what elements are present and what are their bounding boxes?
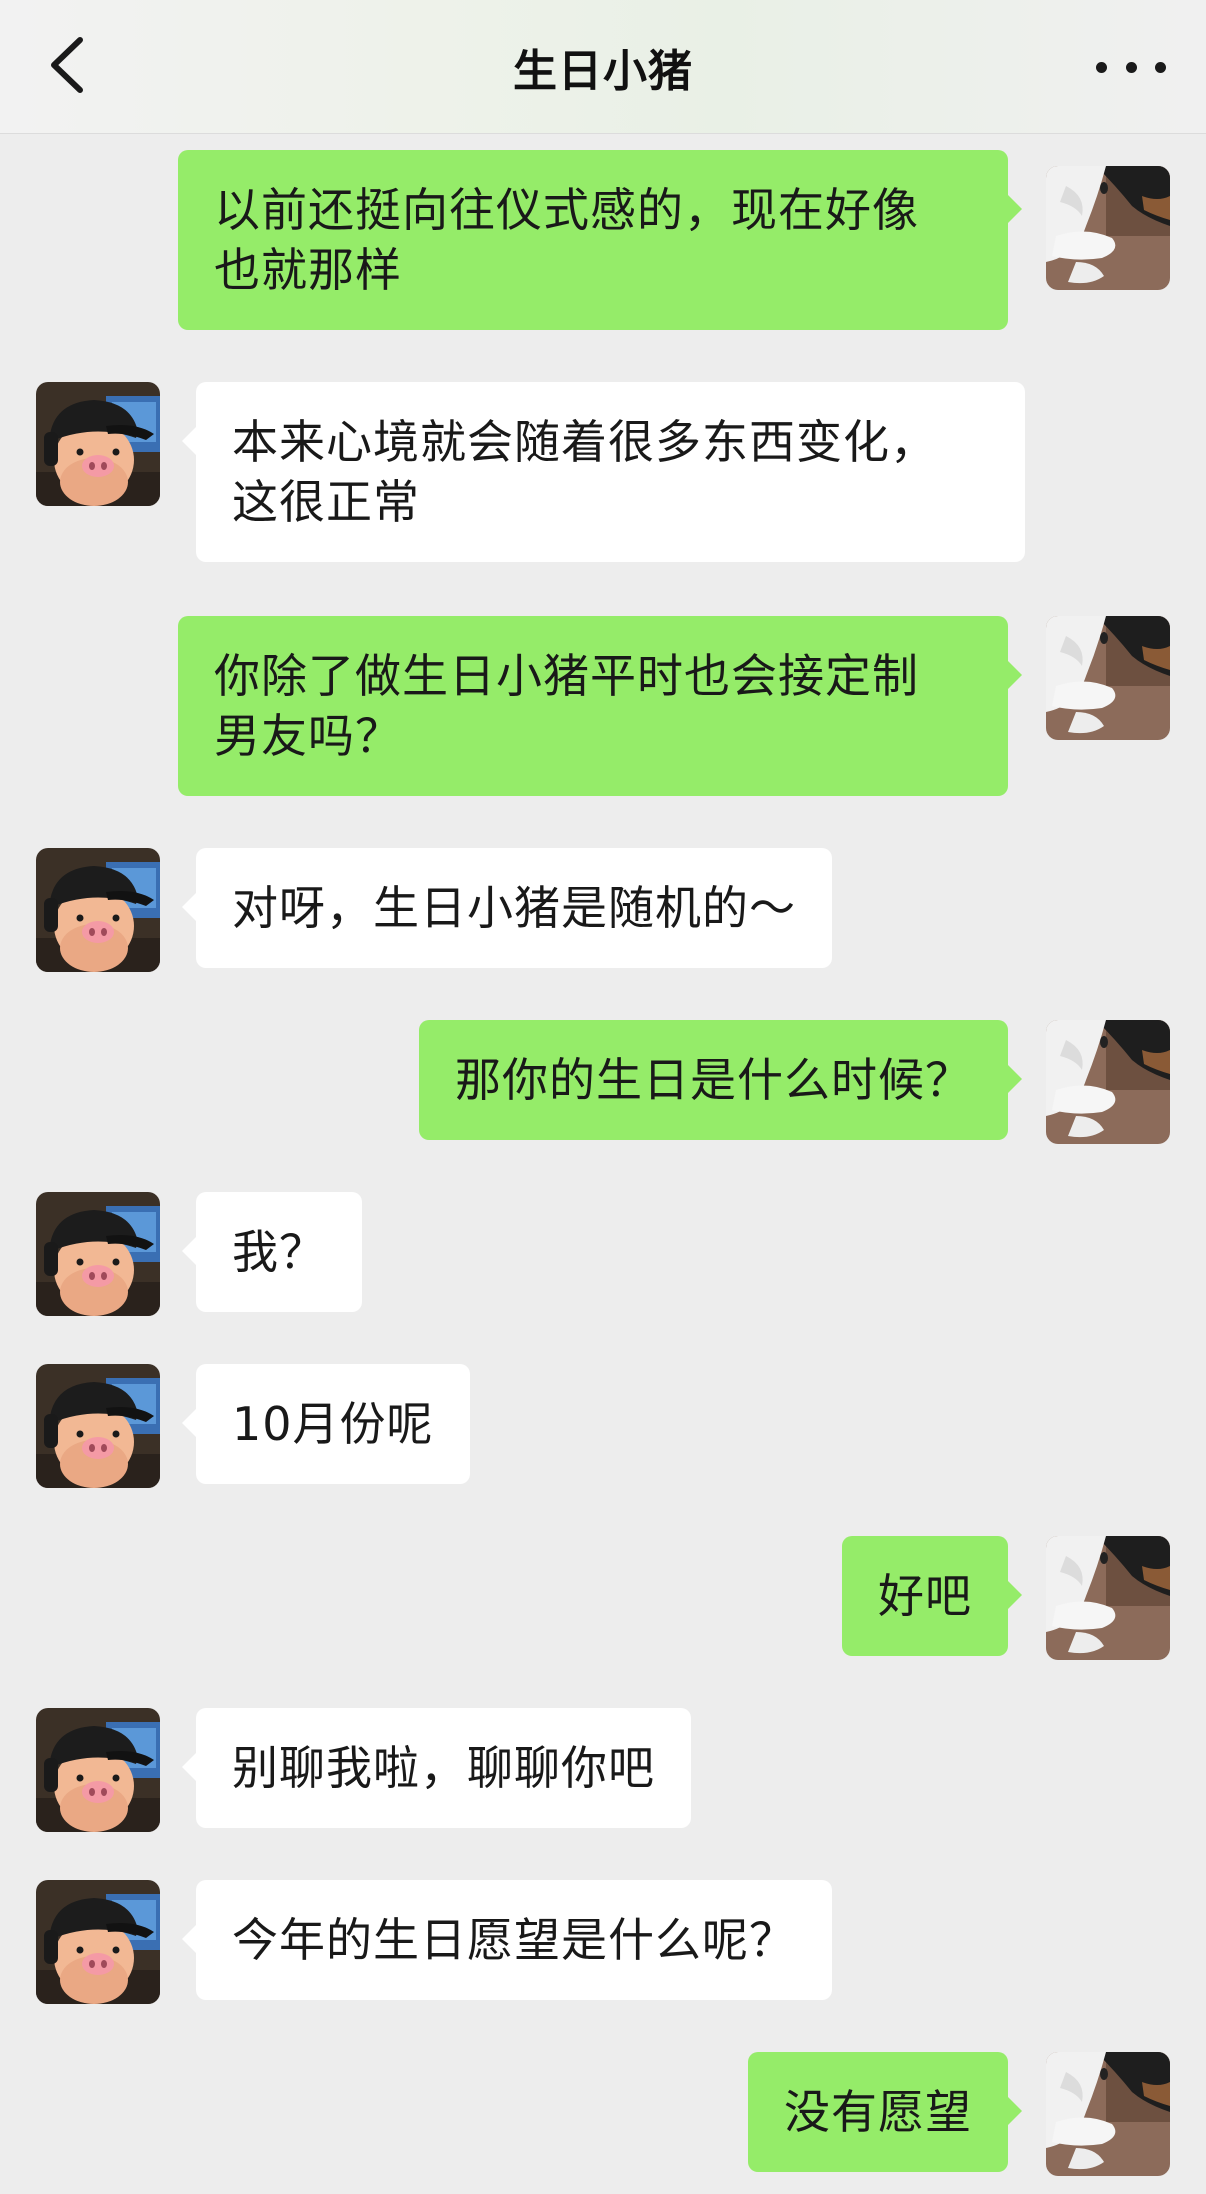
- my-avatar[interactable]: [1046, 2052, 1170, 2176]
- message-bubble-sent[interactable]: 那你的生日是什么时候？: [419, 1020, 1022, 1140]
- message-bubble-received[interactable]: 别聊我啦，聊聊你吧: [182, 1708, 691, 1828]
- message-bubble-sent[interactable]: 以前还挺向往仪式感的，现在好像 也就那样: [178, 150, 1022, 330]
- more-dot: [1155, 61, 1166, 73]
- message-bubble-sent[interactable]: 没有愿望: [748, 2052, 1022, 2172]
- message-bubble-received[interactable]: 本来心境就会随着很多东西变化， 这很正常: [182, 382, 1025, 562]
- more-options-button[interactable]: [1096, 44, 1166, 90]
- chat-header: 生日小猪: [0, 0, 1206, 134]
- message-list[interactable]: 以前还挺向往仪式感的，现在好像 也就那样 本来心境就会随着很多东西变化， 这很正…: [0, 134, 1206, 2194]
- more-dots-icon: [1096, 61, 1107, 73]
- contact-avatar[interactable]: [36, 1192, 160, 1316]
- contact-avatar[interactable]: [36, 1708, 160, 1832]
- my-avatar[interactable]: [1046, 616, 1170, 740]
- message-bubble-sent[interactable]: 好吧: [842, 1536, 1022, 1656]
- message-bubble-received[interactable]: 对呀，生日小猪是随机的～: [182, 848, 832, 968]
- chat-title: 生日小猪: [513, 46, 693, 97]
- contact-avatar[interactable]: [36, 1364, 160, 1488]
- message-bubble-sent[interactable]: 你除了做生日小猪平时也会接定制 男友吗？: [178, 616, 1022, 796]
- my-avatar[interactable]: [1046, 166, 1170, 290]
- more-dot: [1125, 61, 1137, 73]
- message-bubble-received[interactable]: 我？: [182, 1192, 362, 1312]
- message-bubble-received[interactable]: 10月份呢: [182, 1364, 470, 1484]
- contact-avatar[interactable]: [36, 1880, 160, 2004]
- my-avatar[interactable]: [1046, 1020, 1170, 1144]
- my-avatar[interactable]: [1046, 1536, 1170, 1660]
- contact-avatar[interactable]: [36, 382, 160, 506]
- message-bubble-received[interactable]: 今年的生日愿望是什么呢？: [182, 1880, 832, 2000]
- contact-avatar[interactable]: [36, 848, 160, 972]
